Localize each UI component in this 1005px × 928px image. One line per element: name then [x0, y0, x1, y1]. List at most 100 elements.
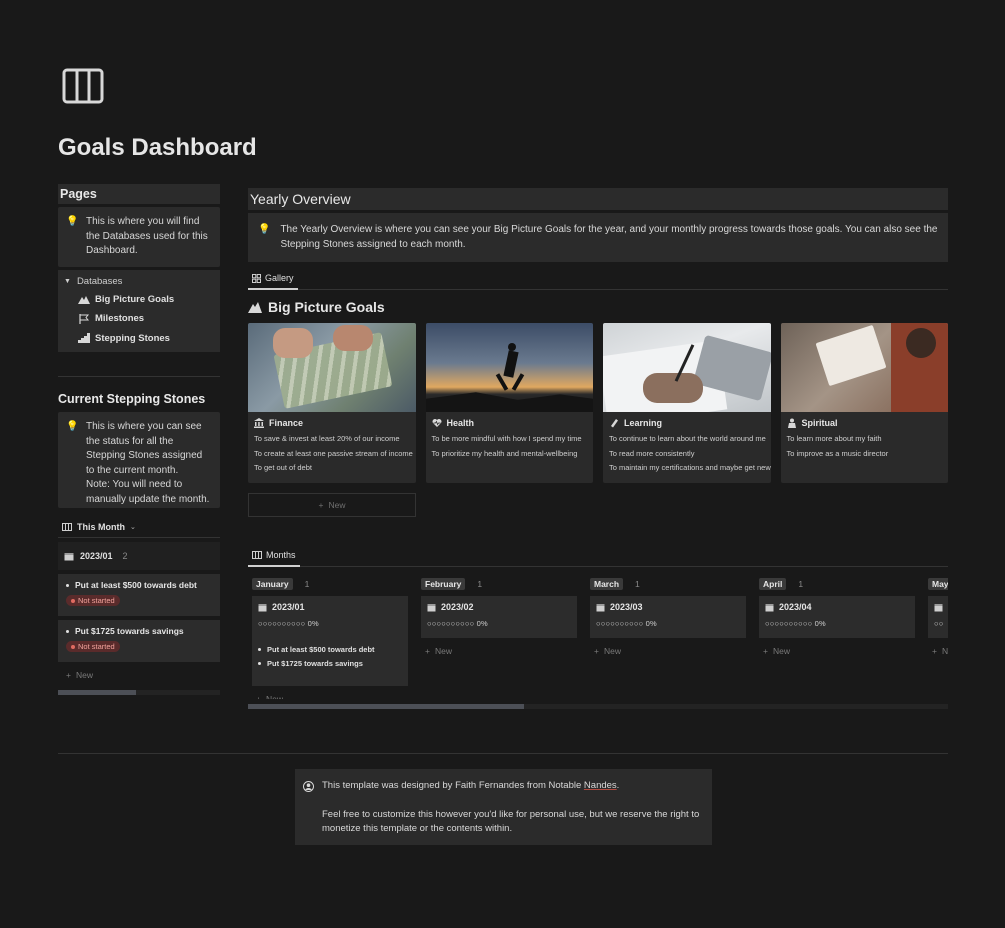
tab-label: Months — [266, 550, 296, 560]
stepping-stone-label: Put at least $500 towards debt — [75, 580, 197, 590]
footer-period: . — [616, 780, 620, 791]
progress-indicator: ○○○○○○○○○○ 0% — [596, 619, 657, 628]
mountain-icon — [78, 296, 90, 305]
new-goal-button[interactable]: + New — [248, 493, 416, 517]
pen-icon — [611, 419, 618, 428]
goal-line: To prioritize my health and mental-wellb… — [431, 448, 578, 458]
month-card[interactable]: 2023/01 ○○○○○○○○○○ 0% Put at least $500 … — [252, 596, 408, 686]
new-stepping-stone-button[interactable]: + New — [58, 670, 220, 680]
footer-line1: This template was designed by Faith Fern… — [322, 779, 704, 794]
scrollbar-thumb[interactable] — [58, 690, 136, 695]
month-card-title: 2023/04 — [765, 602, 909, 612]
board-column-april: April 1 2023/04 ○○○○○○○○○○ 0% + New — [759, 577, 915, 699]
new-label: New — [75, 670, 93, 680]
current-callout: 💡 This is where you can see the status f… — [58, 412, 220, 508]
databases-toggle[interactable]: ▼ Databases — [64, 274, 214, 290]
card-title: Health — [426, 412, 594, 432]
page-link-stepping-stones[interactable]: Stepping Stones — [64, 329, 214, 349]
bullet — [258, 647, 261, 651]
card-title-text: Health — [446, 418, 475, 428]
chevron-down-icon: ⌄ — [130, 524, 136, 531]
bullet — [258, 661, 261, 665]
linked-stepping-stone[interactable]: Put at least $500 towards debt — [258, 642, 402, 656]
linked-stepping-stone[interactable]: Put $1725 towards savings — [258, 656, 402, 670]
status-badge: Not started — [66, 641, 120, 652]
bullet — [66, 629, 69, 633]
month-card-label: 2023/02 — [441, 602, 474, 612]
lightbulb-icon: 💡 — [258, 224, 271, 235]
stepping-stone-label: Put $1725 towards savings — [75, 626, 184, 636]
stepping-stone-title: Put $1725 towards savings — [66, 626, 212, 636]
calendar-icon — [258, 603, 267, 611]
board-scrollbar[interactable] — [248, 704, 948, 709]
footer-divider — [58, 753, 948, 754]
tab-months[interactable]: Months — [248, 545, 300, 567]
view-tab-this-month[interactable]: This Month ⌄ — [58, 517, 220, 537]
footer-link[interactable]: Nandes — [584, 780, 617, 791]
health-image — [425, 323, 593, 412]
tab-gallery[interactable]: Gallery — [248, 268, 298, 290]
board-column-february: February 1 2023/02 ○○○○○○○○○○ 0% + New — [421, 577, 577, 699]
month-card[interactable]: 2023/04 ○○○○○○○○○○ 0% — [759, 596, 915, 638]
column-count: 1 — [798, 579, 804, 589]
yearly-callout-text: The Yearly Overview is where you can see… — [280, 224, 938, 250]
month-card-title: 2023/03 — [596, 602, 740, 612]
column-header: April 1 — [759, 577, 915, 591]
goal-line: To maintain my certifications and maybe … — [609, 463, 771, 472]
stepping-stone-card[interactable]: Put $1725 towards savings Not started — [58, 620, 220, 662]
current-stepping-stones-heading: Current Stepping Stones — [58, 392, 206, 406]
progress-indicator: ○○○○○○○○○○ 0% — [427, 619, 488, 628]
heart-pulse-icon — [432, 419, 441, 427]
databases-toggle-label: Databases — [76, 276, 123, 287]
goal-card-health[interactable]: Health To be more mindful with how I spe… — [425, 323, 594, 483]
lightbulb-icon: 💡 — [66, 421, 79, 432]
month-card[interactable]: 2023/02 ○○○○○○○○○○ 0% — [421, 596, 577, 638]
new-card-button[interactable]: + N — [928, 646, 948, 656]
gallery-icon — [252, 273, 261, 283]
board-column-may: May 2 ○○ +N — [928, 577, 948, 699]
group-header[interactable]: 2023/01 2 — [58, 542, 220, 570]
calendar-icon — [934, 603, 943, 611]
page-link-milestones[interactable]: Milestones — [64, 309, 214, 329]
current-callout-text: This is where you can see the status for… — [86, 420, 212, 505]
month-card-title: 2023/02 — [427, 602, 571, 612]
month-card[interactable]: 2 ○○ — [928, 596, 948, 638]
column-header: March 1 — [590, 577, 746, 591]
page-link-label: Milestones — [95, 313, 145, 325]
horizontal-scrollbar[interactable] — [58, 690, 220, 695]
stepping-stone-title: Put at least $500 towards debt — [66, 580, 212, 590]
view-divider — [58, 537, 220, 538]
new-card-button[interactable]: + New — [252, 694, 408, 699]
current-callout-line1: This is where you can see the status for… — [86, 421, 203, 476]
board-column-march: March 1 2023/03 ○○○○○○○○○○ 0% + New — [590, 577, 746, 699]
page-link-big-picture-goals[interactable]: Big Picture Goals — [64, 290, 214, 310]
new-card-button[interactable]: + New — [759, 646, 915, 656]
goal-card-learning[interactable]: Learning To continue to learn about the … — [603, 323, 771, 483]
month-card-label: 2023/03 — [610, 602, 643, 612]
new-label: New — [265, 694, 283, 699]
scrollbar-thumb[interactable] — [248, 704, 524, 709]
column-count: 1 — [635, 579, 640, 589]
month-card[interactable]: 2023/03 ○○○○○○○○○○ 0% — [590, 596, 746, 638]
goal-card-finance[interactable]: Finance To save & invest at least 20% of… — [248, 323, 416, 483]
column-name: April — [759, 578, 787, 590]
linked-label: Put $1725 towards savings — [267, 658, 363, 668]
triangle-down-icon: ▼ — [64, 278, 71, 285]
flag-icon — [79, 313, 90, 324]
board-icon — [252, 551, 262, 559]
new-card-button[interactable]: + New — [590, 646, 746, 656]
new-card-button[interactable]: + New — [421, 646, 577, 656]
gallery-title-text: Big Picture Goals — [268, 299, 385, 315]
plus-icon: + — [763, 646, 768, 656]
stepping-stone-card[interactable]: Put at least $500 towards debt Not start… — [58, 574, 220, 616]
plus-icon: + — [66, 670, 71, 680]
goal-line: To improve as a music director — [786, 448, 889, 458]
column-header: May — [928, 577, 948, 591]
left-column: Pages 💡 This is where you will find the … — [58, 184, 220, 695]
goal-line: To read more consistently — [609, 448, 695, 458]
goal-line: To save & invest at least 20% of our inc… — [254, 434, 400, 443]
goal-card-spiritual[interactable]: Spiritual To learn more about my faith T… — [780, 323, 948, 483]
plus-icon: + — [256, 694, 261, 699]
stairs-icon — [78, 333, 90, 344]
page-link-label: Stepping Stones — [95, 332, 170, 344]
